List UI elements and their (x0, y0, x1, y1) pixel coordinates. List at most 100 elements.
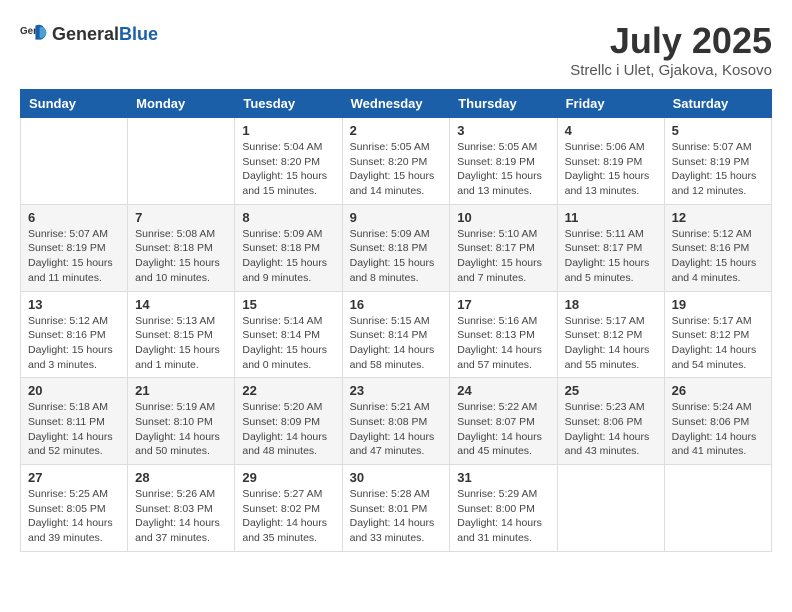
day-number: 2 (350, 123, 443, 138)
day-info: Sunrise: 5:13 AM Sunset: 8:15 PM Dayligh… (135, 314, 227, 373)
calendar-cell: 1 Sunrise: 5:04 AM Sunset: 8:20 PM Daylig… (235, 118, 342, 205)
calendar-cell: 6Sunrise: 5:07 AM Sunset: 8:19 PM Daylig… (21, 204, 128, 291)
day-info: Sunrise: 5:09 AM Sunset: 8:18 PM Dayligh… (242, 227, 334, 286)
calendar-cell: 7 Sunrise: 5:08 AM Sunset: 8:18 PM Daylig… (128, 204, 235, 291)
day-info: Sunrise: 5:07 AM Sunset: 8:19 PM Dayligh… (672, 140, 764, 199)
day-info: Sunrise: 5:17 AM Sunset: 8:12 PM Dayligh… (565, 314, 657, 373)
day-info: Sunrise: 5:20 AM Sunset: 8:09 PM Dayligh… (242, 400, 334, 459)
calendar-cell: 23 Sunrise: 5:21 AM Sunset: 8:08 PM Dayli… (342, 378, 450, 465)
weekday-header-saturday: Saturday (664, 90, 771, 118)
weekday-header-monday: Monday (128, 90, 235, 118)
logo: Gen GeneralBlue (20, 20, 158, 48)
day-number: 20 (28, 383, 120, 398)
day-number: 19 (672, 297, 764, 312)
calendar-week-row: 13 Sunrise: 5:12 AM Sunset: 8:16 PM Dayli… (21, 291, 772, 378)
day-number: 27 (28, 470, 120, 485)
day-number: 1 (242, 123, 334, 138)
page-header: Gen GeneralBlue July 2025 Strellc i Ulet… (20, 20, 772, 79)
calendar-cell: 20 Sunrise: 5:18 AM Sunset: 8:11 PM Dayli… (21, 378, 128, 465)
calendar-cell: 28 Sunrise: 5:26 AM Sunset: 8:03 PM Dayli… (128, 465, 235, 552)
day-info: Sunrise: 5:29 AM Sunset: 8:00 PM Dayligh… (457, 487, 549, 546)
calendar-cell: 15Sunrise: 5:14 AM Sunset: 8:14 PM Dayli… (235, 291, 342, 378)
calendar-cell: 25 Sunrise: 5:23 AM Sunset: 8:06 PM Dayli… (557, 378, 664, 465)
day-info: Sunrise: 5:21 AM Sunset: 8:08 PM Dayligh… (350, 400, 443, 459)
day-number: 30 (350, 470, 443, 485)
day-number: 15 (242, 297, 334, 312)
calendar-table: SundayMondayTuesdayWednesdayThursdayFrid… (20, 89, 772, 552)
calendar-week-row: 1 Sunrise: 5:04 AM Sunset: 8:20 PM Daylig… (21, 118, 772, 205)
day-info: Sunrise: 5:11 AM Sunset: 8:17 PM Dayligh… (565, 227, 657, 286)
calendar-cell: 13 Sunrise: 5:12 AM Sunset: 8:16 PM Dayli… (21, 291, 128, 378)
day-number: 8 (242, 210, 334, 225)
day-number: 24 (457, 383, 549, 398)
calendar-cell: 24Sunrise: 5:22 AM Sunset: 8:07 PM Dayli… (450, 378, 557, 465)
day-info: Sunrise: 5:28 AM Sunset: 8:01 PM Dayligh… (350, 487, 443, 546)
day-number: 4 (565, 123, 657, 138)
day-info: Sunrise: 5:24 AM Sunset: 8:06 PM Dayligh… (672, 400, 764, 459)
day-info: Sunrise: 5:19 AM Sunset: 8:10 PM Dayligh… (135, 400, 227, 459)
calendar-week-row: 20 Sunrise: 5:18 AM Sunset: 8:11 PM Dayli… (21, 378, 772, 465)
day-info: Sunrise: 5:04 AM Sunset: 8:20 PM Dayligh… (242, 140, 334, 199)
calendar-cell: 9Sunrise: 5:09 AM Sunset: 8:18 PM Daylig… (342, 204, 450, 291)
day-number: 28 (135, 470, 227, 485)
day-number: 3 (457, 123, 549, 138)
day-number: 23 (350, 383, 443, 398)
day-info: Sunrise: 5:12 AM Sunset: 8:16 PM Dayligh… (28, 314, 120, 373)
day-info: Sunrise: 5:26 AM Sunset: 8:03 PM Dayligh… (135, 487, 227, 546)
day-info: Sunrise: 5:08 AM Sunset: 8:18 PM Dayligh… (135, 227, 227, 286)
day-info: Sunrise: 5:06 AM Sunset: 8:19 PM Dayligh… (565, 140, 657, 199)
calendar-cell (128, 118, 235, 205)
day-number: 10 (457, 210, 549, 225)
calendar-cell: 2Sunrise: 5:05 AM Sunset: 8:20 PM Daylig… (342, 118, 450, 205)
day-info: Sunrise: 5:23 AM Sunset: 8:06 PM Dayligh… (565, 400, 657, 459)
calendar-cell: 30 Sunrise: 5:28 AM Sunset: 8:01 PM Dayli… (342, 465, 450, 552)
day-info: Sunrise: 5:27 AM Sunset: 8:02 PM Dayligh… (242, 487, 334, 546)
day-number: 16 (350, 297, 443, 312)
calendar-cell: 31 Sunrise: 5:29 AM Sunset: 8:00 PM Dayli… (450, 465, 557, 552)
calendar-cell: 4 Sunrise: 5:06 AM Sunset: 8:19 PM Daylig… (557, 118, 664, 205)
calendar-cell: 26 Sunrise: 5:24 AM Sunset: 8:06 PM Dayli… (664, 378, 771, 465)
day-number: 11 (565, 210, 657, 225)
month-title: July 2025 (570, 20, 772, 62)
location-title: Strellc i Ulet, Gjakova, Kosovo (570, 62, 772, 79)
weekday-header-friday: Friday (557, 90, 664, 118)
day-info: Sunrise: 5:25 AM Sunset: 8:05 PM Dayligh… (28, 487, 120, 546)
calendar-cell: 29 Sunrise: 5:27 AM Sunset: 8:02 PM Dayli… (235, 465, 342, 552)
day-info: Sunrise: 5:16 AM Sunset: 8:13 PM Dayligh… (457, 314, 549, 373)
calendar-cell (557, 465, 664, 552)
calendar-cell (664, 465, 771, 552)
day-number: 29 (242, 470, 334, 485)
calendar-week-row: 6Sunrise: 5:07 AM Sunset: 8:19 PM Daylig… (21, 204, 772, 291)
calendar-cell: 18 Sunrise: 5:17 AM Sunset: 8:12 PM Dayli… (557, 291, 664, 378)
calendar-cell: 21 Sunrise: 5:19 AM Sunset: 8:10 PM Dayli… (128, 378, 235, 465)
day-number: 21 (135, 383, 227, 398)
weekday-header-thursday: Thursday (450, 90, 557, 118)
day-number: 12 (672, 210, 764, 225)
day-number: 13 (28, 297, 120, 312)
calendar-cell: 19Sunrise: 5:17 AM Sunset: 8:12 PM Dayli… (664, 291, 771, 378)
weekday-header-wednesday: Wednesday (342, 90, 450, 118)
calendar-cell: 8 Sunrise: 5:09 AM Sunset: 8:18 PM Daylig… (235, 204, 342, 291)
calendar-cell: 17 Sunrise: 5:16 AM Sunset: 8:13 PM Dayli… (450, 291, 557, 378)
calendar-week-row: 27 Sunrise: 5:25 AM Sunset: 8:05 PM Dayli… (21, 465, 772, 552)
day-number: 25 (565, 383, 657, 398)
day-number: 7 (135, 210, 227, 225)
day-number: 18 (565, 297, 657, 312)
day-number: 17 (457, 297, 549, 312)
weekday-header-row: SundayMondayTuesdayWednesdayThursdayFrid… (21, 90, 772, 118)
calendar-cell: 27 Sunrise: 5:25 AM Sunset: 8:05 PM Dayli… (21, 465, 128, 552)
calendar-cell: 14Sunrise: 5:13 AM Sunset: 8:15 PM Dayli… (128, 291, 235, 378)
calendar-cell: 11 Sunrise: 5:11 AM Sunset: 8:17 PM Dayli… (557, 204, 664, 291)
calendar-cell: 12Sunrise: 5:12 AM Sunset: 8:16 PM Dayli… (664, 204, 771, 291)
logo-blue: Blue (119, 24, 158, 44)
day-number: 31 (457, 470, 549, 485)
day-info: Sunrise: 5:09 AM Sunset: 8:18 PM Dayligh… (350, 227, 443, 286)
weekday-header-sunday: Sunday (21, 90, 128, 118)
day-info: Sunrise: 5:18 AM Sunset: 8:11 PM Dayligh… (28, 400, 120, 459)
day-number: 26 (672, 383, 764, 398)
calendar-cell (21, 118, 128, 205)
calendar-cell: 5Sunrise: 5:07 AM Sunset: 8:19 PM Daylig… (664, 118, 771, 205)
logo-general: General (52, 24, 119, 44)
day-info: Sunrise: 5:15 AM Sunset: 8:14 PM Dayligh… (350, 314, 443, 373)
day-info: Sunrise: 5:05 AM Sunset: 8:19 PM Dayligh… (457, 140, 549, 199)
